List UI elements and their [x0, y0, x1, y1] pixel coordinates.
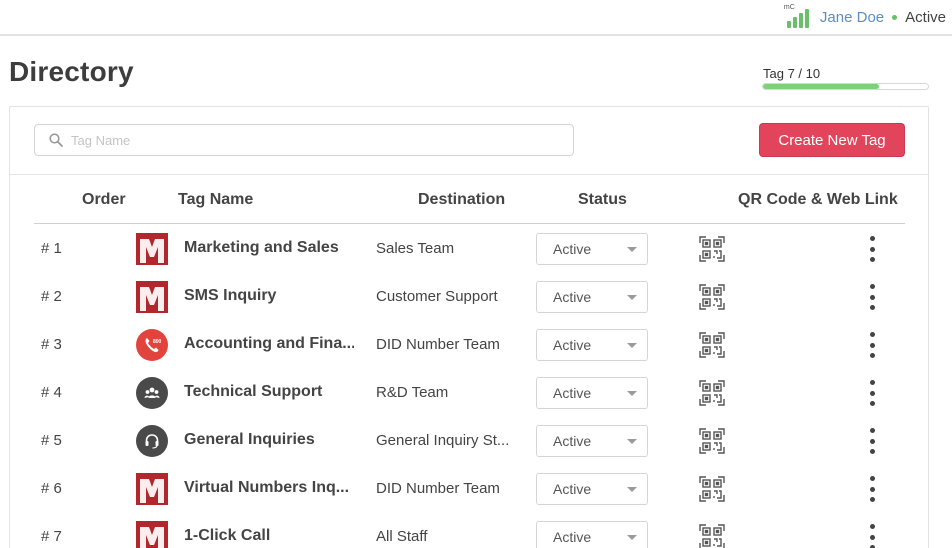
row-tag-name[interactable]: General Inquiries: [184, 431, 354, 449]
brand-mark: mC: [783, 4, 795, 11]
row-destination: DID Number Team: [376, 480, 500, 497]
create-new-tag-button[interactable]: Create New Tag: [759, 123, 905, 157]
table-header: Order Tag Name Destination Status QR Cod…: [34, 175, 905, 224]
row-destination: Customer Support: [376, 288, 498, 305]
row-order: # 1: [41, 240, 62, 257]
row-destination: DID Number Team: [376, 336, 500, 353]
search-icon: [49, 133, 63, 147]
table-row[interactable]: # 2 SMS Inquiry Customer Support Active: [34, 273, 905, 321]
qr-code-icon[interactable]: [699, 428, 725, 454]
row-order: # 2: [41, 288, 62, 305]
status-dropdown-value: Active: [553, 481, 592, 497]
more-options-icon[interactable]: [866, 523, 878, 548]
brand-logo-icon: [136, 521, 168, 548]
user-name-link[interactable]: Jane Doe: [820, 9, 884, 26]
row-tag-name[interactable]: Technical Support: [184, 383, 354, 401]
more-options-icon[interactable]: [866, 427, 878, 455]
table-row[interactable]: # 1 Marketing and Sales Sales Team Active: [34, 225, 905, 273]
row-order: # 4: [41, 384, 62, 401]
status-dropdown[interactable]: Active: [536, 521, 648, 548]
qr-code-icon[interactable]: [699, 476, 725, 502]
status-dot: [892, 14, 898, 20]
column-header-qr-code: QR Code & Web Link: [738, 191, 898, 208]
more-options-icon[interactable]: [866, 283, 878, 311]
status-dropdown[interactable]: Active: [536, 281, 648, 313]
search-input[interactable]: [71, 132, 551, 148]
row-tag-name[interactable]: Accounting and Fina...: [184, 335, 354, 353]
status-dropdown-value: Active: [553, 337, 592, 353]
qr-code-icon[interactable]: [699, 236, 725, 262]
more-options-icon[interactable]: [866, 235, 878, 263]
chevron-down-icon: [627, 391, 637, 396]
search-box[interactable]: [34, 124, 574, 156]
qr-code-icon[interactable]: [699, 284, 725, 310]
row-order: # 7: [41, 528, 62, 545]
more-options-icon[interactable]: [866, 475, 878, 503]
row-tag-name[interactable]: Marketing and Sales: [184, 239, 354, 257]
brand-logo-icon: [136, 233, 168, 265]
status-dropdown[interactable]: Active: [536, 329, 648, 361]
user-status[interactable]: Active: [905, 9, 946, 26]
user-area: mC Jane Doe Active: [783, 4, 946, 29]
table-row[interactable]: # 5 General Inquiries General Inquiry St..…: [34, 417, 905, 465]
more-options-icon[interactable]: [866, 379, 878, 407]
row-order: # 5: [41, 432, 62, 449]
row-destination: All Staff: [376, 528, 428, 545]
row-tag-name[interactable]: SMS Inquiry: [184, 287, 354, 305]
column-header-tag-name[interactable]: Tag Name: [178, 191, 253, 209]
toll-free-phone-icon: 800: [136, 329, 168, 361]
signal-icon: mC: [783, 4, 814, 28]
table-row[interactable]: # 6 Virtual Numbers Inq... DID Number Team…: [34, 465, 905, 513]
status-dropdown-value: Active: [553, 241, 592, 257]
status-dropdown[interactable]: Active: [536, 473, 648, 505]
chevron-down-icon: [627, 439, 637, 444]
brand-logo-icon: [136, 281, 168, 313]
table-row[interactable]: # 7 1-Click Call All Staff Active: [34, 513, 905, 548]
directory-panel: Create New Tag Order Tag Name Destinatio…: [9, 106, 929, 548]
column-header-destination[interactable]: Destination: [418, 191, 505, 209]
status-dropdown-value: Active: [553, 529, 592, 545]
more-options-icon[interactable]: [866, 331, 878, 359]
tag-usage-progress-fill: [763, 84, 879, 89]
page-title: Directory: [9, 56, 134, 87]
top-bar: mC Jane Doe Active: [0, 0, 952, 36]
column-header-status[interactable]: Status: [578, 191, 627, 209]
status-dropdown-value: Active: [553, 433, 592, 449]
qr-code-icon[interactable]: [699, 524, 725, 548]
status-dropdown-value: Active: [553, 289, 592, 305]
column-header-order[interactable]: Order: [82, 191, 126, 209]
row-order: # 6: [41, 480, 62, 497]
group-icon: [136, 377, 168, 409]
chevron-down-icon: [627, 343, 637, 348]
chevron-down-icon: [627, 295, 637, 300]
status-dropdown-value: Active: [553, 385, 592, 401]
row-tag-name[interactable]: 1-Click Call: [184, 527, 354, 545]
tag-usage-progress: [762, 83, 929, 90]
tag-usage-label: Tag 7 / 10: [763, 66, 821, 81]
chevron-down-icon: [627, 535, 637, 540]
row-tag-name[interactable]: Virtual Numbers Inq...: [184, 479, 354, 497]
table-row[interactable]: # 4 Technical Support R&D Team Active: [34, 369, 905, 417]
headset-icon: [136, 425, 168, 457]
svg-text:800: 800: [153, 339, 161, 345]
brand-logo-icon: [136, 473, 168, 505]
row-order: # 3: [41, 336, 62, 353]
status-dropdown[interactable]: Active: [536, 233, 648, 265]
chevron-down-icon: [627, 247, 637, 252]
chevron-down-icon: [627, 487, 637, 492]
qr-code-icon[interactable]: [699, 380, 725, 406]
row-destination: Sales Team: [376, 240, 455, 257]
row-destination: R&D Team: [376, 384, 449, 401]
qr-code-icon[interactable]: [699, 332, 725, 358]
row-destination: General Inquiry St...: [376, 432, 510, 449]
status-dropdown[interactable]: Active: [536, 425, 648, 457]
status-dropdown[interactable]: Active: [536, 377, 648, 409]
table-row[interactable]: # 3 800 Accounting and Fina... DID Number T…: [34, 321, 905, 369]
